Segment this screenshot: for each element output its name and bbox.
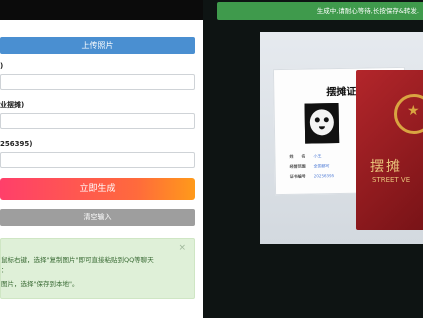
panda-photo-icon [304, 103, 340, 144]
generated-image[interactable]: 摆摊证 姓 名小王 经营范围 全国都可 证书编号 20256395 ★ 摆摊 S… [260, 32, 423, 244]
scope-input[interactable] [0, 113, 195, 129]
name-input[interactable] [0, 74, 195, 90]
form-panel: 上传照片 ) 业摆摊) 256395) 立即生成 清空输入 × 鼠标右键，选择"… [0, 20, 203, 318]
clear-button[interactable]: 清空输入 [0, 209, 195, 226]
info-scope: 经营范围 全国都可 [289, 163, 330, 169]
field3-label: 256395) [0, 140, 33, 148]
tip-line1: 鼠标右键，选择"复制图片"即可直接粘贴到QQ等聊天： [1, 256, 154, 274]
info-name: 姓 名小王 [289, 153, 322, 159]
left-topbar [0, 0, 203, 20]
info-number: 证书编号 20256395 [289, 173, 335, 179]
field2-label: 业摆摊) [0, 101, 25, 109]
tip-alert: × 鼠标右键，选择"复制图片"即可直接粘贴到QQ等聊天： 图片，选择"保存到本地… [0, 238, 195, 299]
tip-line2: 图片，选择"保存到本地"。 [1, 280, 79, 288]
passport-subtitle: STREET VE [372, 176, 411, 184]
preview-panel: 生成中,请耐心等待,长按保存&转发. 摆摊证 姓 名小王 经营范围 全国都可 证书… [203, 0, 423, 318]
status-bar: 生成中,请耐心等待,长按保存&转发. [217, 2, 423, 20]
passport-title: 摆摊 [370, 159, 402, 175]
generate-button[interactable]: 立即生成 [0, 178, 195, 200]
passport-cover: ★ 摆摊 STREET VE [356, 70, 423, 230]
field1-label: ) [0, 62, 4, 70]
close-icon[interactable]: × [178, 243, 186, 253]
license-title: 摆摊证 [326, 86, 357, 99]
emblem-icon: ★ [394, 94, 423, 134]
number-input[interactable] [0, 152, 195, 168]
upload-photo-button[interactable]: 上传照片 [0, 37, 195, 54]
